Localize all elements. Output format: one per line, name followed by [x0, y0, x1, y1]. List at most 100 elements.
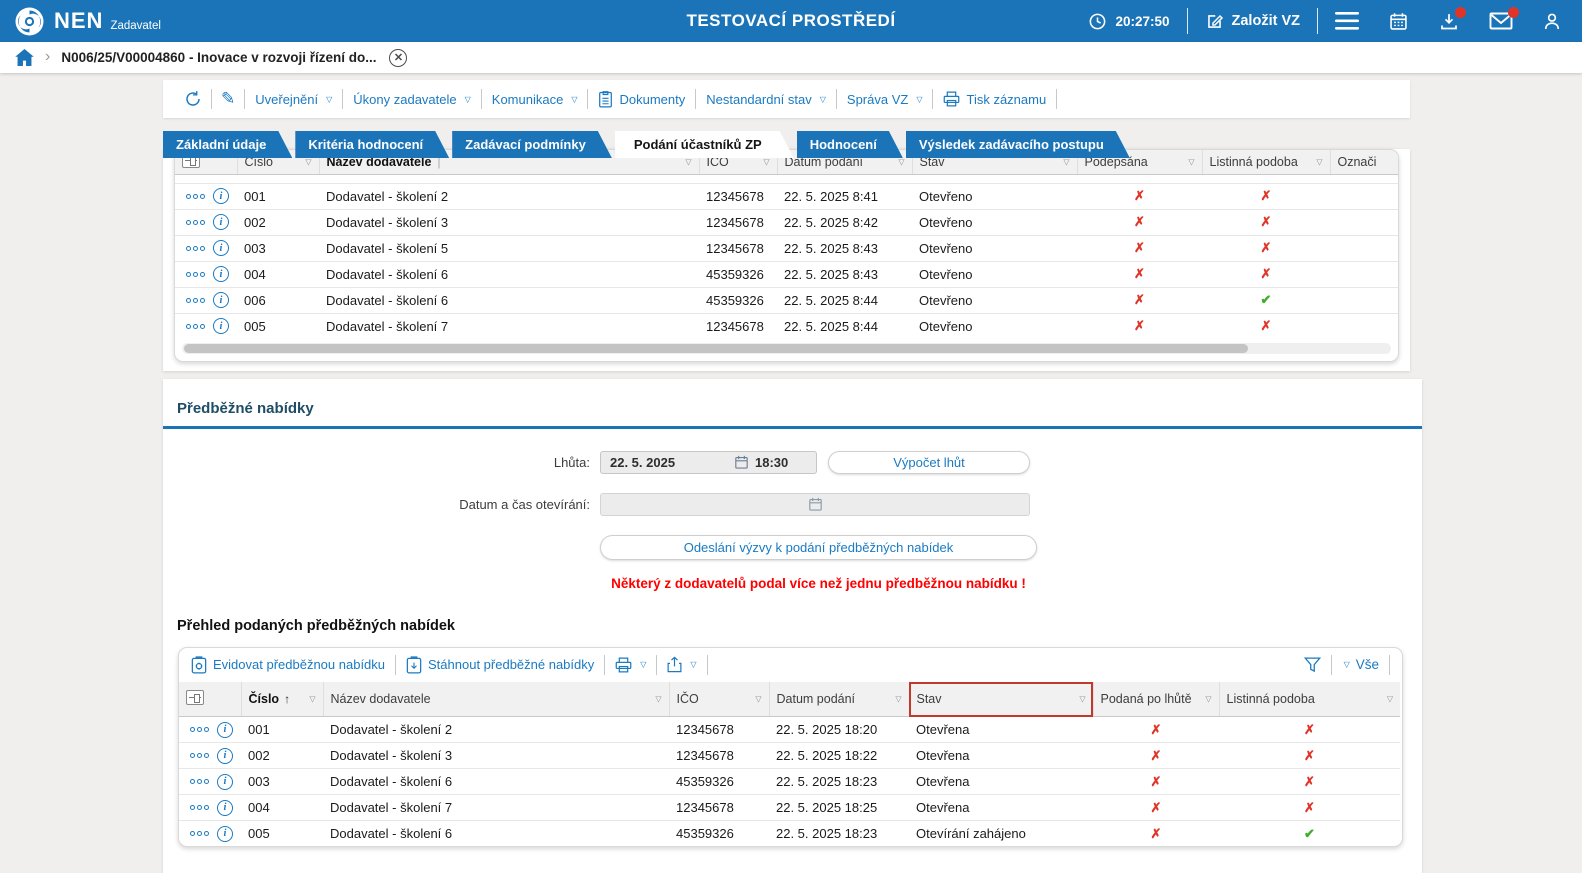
- filter-caret-icon[interactable]: ▽: [655, 694, 661, 703]
- tab-podani-ucastniku-zp[interactable]: Podání účastníků ZP: [615, 131, 794, 158]
- menu-uverejneni[interactable]: Uveřejnění ▽: [245, 92, 342, 107]
- table-row[interactable]: i001Dodavatel - školení 21234567822. 5. …: [179, 717, 1400, 743]
- table-row[interactable]: i003Dodavatel - školení 64535932622. 5. …: [179, 769, 1400, 795]
- download-preliminary-offers-button[interactable]: Stáhnout předběžné nabídky: [406, 656, 594, 674]
- edit-record-button[interactable]: ✎: [212, 89, 244, 109]
- filter-caret-icon[interactable]: ▽: [685, 157, 691, 166]
- column-header-i-o[interactable]: IČO▽: [669, 682, 769, 717]
- ico-cell: 45359326: [699, 287, 777, 313]
- print-grid-button[interactable]: ▽: [615, 657, 646, 673]
- column-header-slo[interactable]: Číslo↑▽: [241, 682, 323, 717]
- row-menu-icon[interactable]: [186, 220, 205, 225]
- table-row[interactable]: i004Dodavatel - školení 64535932622. 5. …: [175, 261, 1398, 287]
- row-menu-icon[interactable]: [190, 805, 209, 810]
- row-info-icon[interactable]: i: [213, 240, 229, 256]
- table-row[interactable]: i004Dodavatel - školení 71234567822. 5. …: [179, 795, 1400, 821]
- filter-caret-icon[interactable]: ▽: [895, 694, 901, 703]
- row-menu-icon[interactable]: [190, 779, 209, 784]
- grid-settings-icon[interactable]: [186, 690, 204, 705]
- filter-caret-icon[interactable]: ▽: [1387, 694, 1393, 703]
- send-preliminary-call-button[interactable]: Odeslání výzvy k podání předběžných nabí…: [600, 535, 1037, 560]
- filter-caret-icon[interactable]: ▽: [1188, 157, 1194, 166]
- row-menu-icon[interactable]: [186, 194, 205, 199]
- column-settings-header[interactable]: [179, 682, 241, 717]
- messages-button[interactable]: [1489, 11, 1513, 31]
- row-info-icon[interactable]: i: [217, 748, 233, 764]
- export-grid-button[interactable]: ▽: [667, 656, 696, 673]
- menu-komunikace[interactable]: Komunikace ▽: [482, 92, 588, 107]
- filter-caret-icon[interactable]: ▽: [763, 157, 769, 166]
- row-menu-icon[interactable]: [186, 246, 205, 251]
- tab-zakladni-udaje[interactable]: Základní údaje: [163, 131, 292, 158]
- table-row[interactable]: i002Dodavatel - školení 31234567822. 5. …: [175, 209, 1398, 235]
- menu-nestandardni-stav[interactable]: Nestandardní stav ▽: [696, 92, 836, 107]
- view-selector[interactable]: ▽ Vše: [1342, 657, 1379, 672]
- menu-dokumenty[interactable]: Dokumenty: [588, 91, 695, 108]
- filter-caret-icon[interactable]: ▽: [1079, 694, 1085, 703]
- filter-caret-icon[interactable]: ▽: [1063, 157, 1069, 166]
- column-header-stav[interactable]: Stav▽: [909, 682, 1093, 717]
- tab-hodnoceni[interactable]: Hodnocení: [797, 131, 903, 158]
- row-info-icon[interactable]: i: [217, 800, 233, 816]
- row-info-icon[interactable]: i: [213, 292, 229, 308]
- column-header-podan-po-lh-t[interactable]: Podaná po lhůtě▽: [1093, 682, 1219, 717]
- table-row[interactable]: i002Dodavatel - školení 31234567822. 5. …: [179, 743, 1400, 769]
- main-menu-button[interactable]: [1335, 12, 1359, 30]
- table-row[interactable]: i006Dodavatel - školení 64535932622. 5. …: [175, 287, 1398, 313]
- calculate-deadlines-button[interactable]: Výpočet lhůt: [828, 451, 1030, 474]
- scrollbar-thumb[interactable]: [184, 344, 1248, 353]
- table-row[interactable]: i001Dodavatel - školení 21234567822. 5. …: [175, 183, 1398, 209]
- horizontal-scrollbar[interactable]: [182, 343, 1391, 354]
- row-info-icon[interactable]: i: [213, 318, 229, 334]
- tab-kriteria-hodnoceni[interactable]: Kritéria hodnocení: [295, 131, 449, 158]
- row-info-icon[interactable]: i: [217, 774, 233, 790]
- home-icon[interactable]: [15, 49, 34, 66]
- filter-button[interactable]: [1304, 657, 1321, 673]
- row-menu-icon[interactable]: [190, 753, 209, 758]
- row-menu-icon[interactable]: [190, 831, 209, 836]
- row-info-icon[interactable]: i: [213, 266, 229, 282]
- filter-caret-icon[interactable]: ▽: [1316, 157, 1322, 166]
- filter-caret-icon[interactable]: ▽: [305, 157, 311, 166]
- table-row[interactable]: i005Dodavatel - školení 71234567822. 5. …: [175, 313, 1398, 339]
- create-vz-button[interactable]: Založit VZ: [1205, 12, 1300, 31]
- deadline-time-value[interactable]: 18:30: [755, 455, 807, 470]
- tab-vysledek-zadavaciho-postupu[interactable]: Výsledek zadávacího postupu: [906, 131, 1130, 158]
- refresh-button[interactable]: [175, 90, 211, 108]
- filter-caret-icon[interactable]: ▽: [1205, 694, 1211, 703]
- mark-cell: [1330, 313, 1398, 339]
- row-menu-icon[interactable]: [186, 324, 205, 329]
- app-logo[interactable]: NEN Zadavatel: [14, 6, 161, 37]
- menu-sprava-vz[interactable]: Správa VZ ▽: [837, 92, 933, 107]
- flag-cell: ✗: [1202, 235, 1330, 261]
- print-record-button[interactable]: Tisk záznamu: [933, 91, 1056, 107]
- downloads-button[interactable]: [1438, 11, 1460, 32]
- row-info-icon[interactable]: i: [217, 826, 233, 842]
- deadline-date-value[interactable]: 22. 5. 2025: [610, 455, 728, 470]
- tab-zadavaci-podminky[interactable]: Zadávací podmínky: [452, 131, 612, 158]
- row-menu-icon[interactable]: [186, 298, 205, 303]
- breadcrumb-record-title[interactable]: N006/25/V00004860 - Inovace v rozvoji ří…: [61, 50, 376, 65]
- register-preliminary-offer-button[interactable]: Evidovat předběžnou nabídku: [191, 656, 385, 674]
- calendar-small-icon[interactable]: [735, 455, 748, 469]
- close-record-icon[interactable]: ✕: [389, 49, 407, 67]
- filter-caret-icon[interactable]: ▽: [898, 157, 904, 166]
- column-header-listinn-podoba[interactable]: Listinná podoba▽: [1219, 682, 1400, 717]
- calendar-button[interactable]: [1388, 11, 1409, 32]
- row-menu-icon[interactable]: [190, 727, 209, 732]
- user-profile-button[interactable]: [1542, 11, 1562, 32]
- table-row[interactable]: i003Dodavatel - školení 51234567822. 5. …: [175, 235, 1398, 261]
- deadline-datetime-field[interactable]: 22. 5. 2025 18:30: [600, 451, 817, 474]
- row-info-icon[interactable]: i: [213, 214, 229, 230]
- menu-ukony-zadavatele[interactable]: Úkony zadavatele ▽: [343, 92, 481, 107]
- row-info-icon[interactable]: i: [217, 722, 233, 738]
- column-header-n-zev-dodavatele[interactable]: Název dodavatele▽: [323, 682, 669, 717]
- filter-caret-icon[interactable]: ▽: [309, 694, 315, 703]
- row-info-icon[interactable]: i: [213, 188, 229, 204]
- column-header-datum-pod-n[interactable]: Datum podání▽: [769, 682, 909, 717]
- row-menu-icon[interactable]: [186, 272, 205, 277]
- filter-caret-icon[interactable]: ▽: [755, 694, 761, 703]
- preliminary-grid-toolbar: Evidovat předběžnou nabídku Stáhnout pře…: [179, 648, 1402, 682]
- chevron-down-icon: ▽: [326, 95, 332, 104]
- table-row[interactable]: i005Dodavatel - školení 64535932622. 5. …: [179, 821, 1400, 847]
